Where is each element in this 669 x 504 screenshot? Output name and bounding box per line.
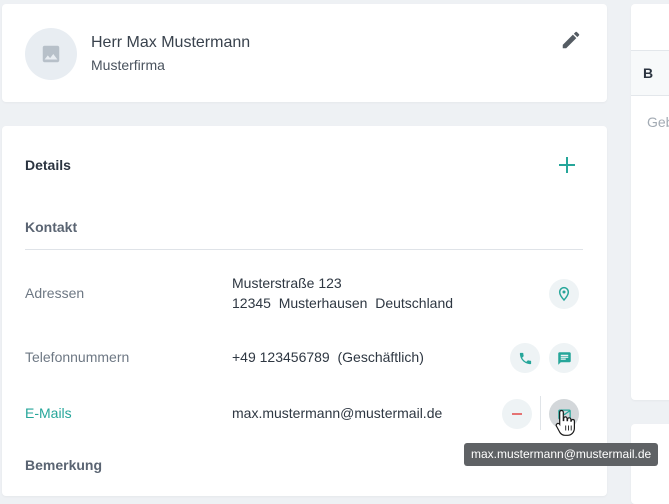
- hand-cursor-icon: [555, 409, 575, 436]
- email-value: max.mustermann@mustermail.de: [232, 405, 443, 421]
- divider: [25, 249, 583, 250]
- profile-card: Herr Max Mustermann Musterfirma: [2, 4, 607, 102]
- contact-company: Musterfirma: [91, 57, 165, 73]
- plus-icon: [559, 157, 575, 173]
- editor-input[interactable]: Geb: [647, 114, 669, 130]
- remove-email-button[interactable]: [502, 399, 532, 429]
- emails-label: E-Mails: [25, 405, 72, 421]
- section-title-contact: Kontakt: [25, 219, 78, 235]
- details-title: Details: [25, 157, 71, 173]
- message-icon: [557, 351, 571, 365]
- send-sms-button[interactable]: [549, 343, 579, 373]
- phone-icon: [519, 352, 531, 364]
- edit-contact-button[interactable]: [559, 28, 583, 52]
- addresses-label: Adressen: [25, 285, 85, 301]
- call-button[interactable]: [510, 343, 540, 373]
- details-card: Details Kontakt Adressen Musterstraße 12…: [2, 126, 607, 496]
- email-tooltip: max.mustermann@mustermail.de: [464, 443, 659, 466]
- image-placeholder-icon: [42, 45, 60, 63]
- editor-toolbar: B: [631, 51, 669, 96]
- address-line-2: 12345 Musterhausen Deutschland: [232, 295, 454, 311]
- address-line-1: Musterstraße 123: [232, 275, 342, 291]
- show-on-map-button[interactable]: [549, 279, 579, 309]
- map-pin-icon: [558, 286, 570, 302]
- minus-icon: [512, 413, 522, 415]
- phones-label: Telefonnummern: [25, 349, 130, 365]
- pencil-icon: [562, 31, 580, 49]
- editor-header: [631, 4, 669, 51]
- phone-value: +49 123456789 (Geschäftlich): [232, 349, 424, 365]
- contact-name: Herr Max Mustermann: [91, 34, 251, 51]
- section-title-remark: Bemerkung: [25, 457, 103, 473]
- add-detail-button[interactable]: [555, 153, 579, 177]
- avatar: [25, 28, 77, 80]
- bold-button[interactable]: B: [643, 65, 653, 81]
- note-editor-card: B Geb: [631, 4, 669, 400]
- action-separator: [540, 396, 541, 430]
